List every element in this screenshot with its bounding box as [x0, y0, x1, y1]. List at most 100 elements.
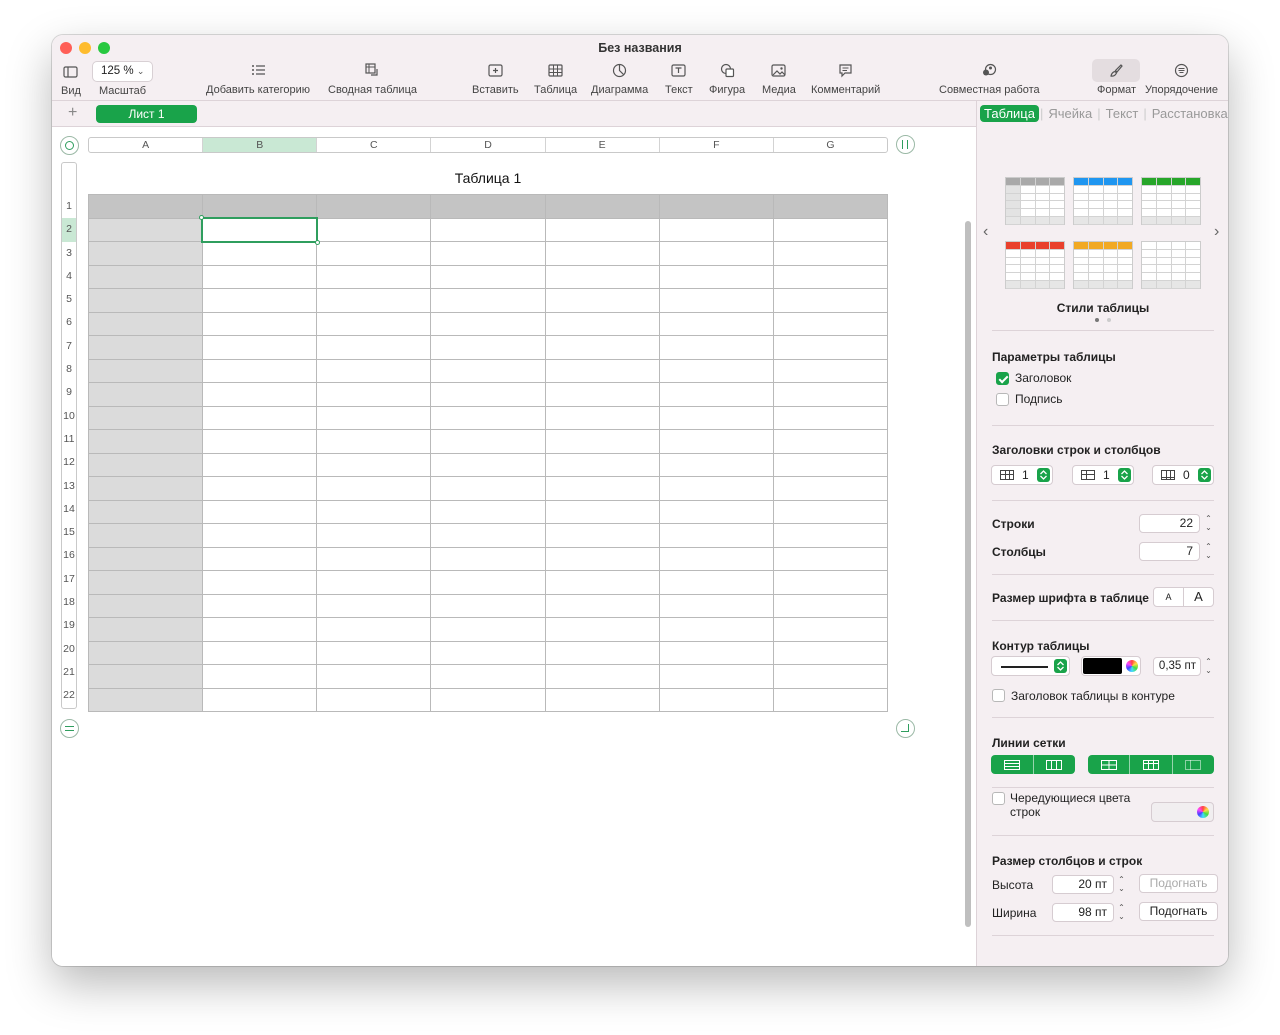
- table-cell[interactable]: [87, 640, 204, 665]
- font-larger-button[interactable]: A: [1184, 588, 1213, 606]
- table-cell[interactable]: [772, 429, 889, 454]
- add-sheet-button[interactable]: +: [68, 104, 77, 122]
- table-cell[interactable]: [544, 499, 660, 524]
- table-cell[interactable]: [658, 358, 774, 383]
- alternate-rows-checkbox[interactable]: [992, 792, 1005, 805]
- outline-header-checkbox[interactable]: [992, 689, 1005, 702]
- table-cell[interactable]: [430, 499, 546, 524]
- table-cell[interactable]: [658, 194, 774, 219]
- table-style-swatch[interactable]: [1073, 177, 1133, 225]
- table-cell[interactable]: [544, 687, 660, 712]
- table-cell[interactable]: [430, 241, 546, 266]
- table-cell[interactable]: [202, 687, 318, 712]
- table-cell[interactable]: [87, 523, 204, 548]
- table-cell[interactable]: [316, 452, 432, 477]
- table-cell[interactable]: [544, 476, 660, 501]
- table-cell[interactable]: [87, 311, 204, 336]
- table-cell[interactable]: [544, 664, 660, 689]
- row-header[interactable]: 1: [62, 195, 76, 218]
- table-cell[interactable]: [430, 382, 546, 407]
- table-cell[interactable]: [316, 593, 432, 618]
- table-cell[interactable]: [430, 640, 546, 665]
- table-style-swatch[interactable]: [1141, 177, 1201, 225]
- table-cell[interactable]: [658, 640, 774, 665]
- table-cell[interactable]: [316, 311, 432, 336]
- table-cell[interactable]: [772, 311, 889, 336]
- table-cell[interactable]: [658, 288, 774, 313]
- fit-height-button[interactable]: Подогнать: [1139, 874, 1218, 893]
- table-cell[interactable]: [202, 499, 318, 524]
- row-header[interactable]: 2: [62, 218, 76, 242]
- table-cell[interactable]: [202, 335, 318, 360]
- table-cell[interactable]: [544, 311, 660, 336]
- row-header[interactable]: 4: [62, 265, 76, 288]
- alternate-color-well[interactable]: [1151, 802, 1214, 822]
- header-checkbox[interactable]: [996, 372, 1009, 385]
- table-cell[interactable]: [544, 241, 660, 266]
- row-header[interactable]: 3: [62, 242, 76, 265]
- row-header[interactable]: 6: [62, 311, 76, 334]
- table-cell[interactable]: [316, 335, 432, 360]
- footer-lines-icon[interactable]: [1173, 755, 1214, 774]
- table-cell[interactable]: [658, 593, 774, 618]
- table-cell[interactable]: [202, 241, 318, 266]
- caption-checkbox[interactable]: [996, 393, 1009, 406]
- table-cell[interactable]: [544, 640, 660, 665]
- tab-cell[interactable]: Ячейка: [1044, 105, 1096, 122]
- table-cell[interactable]: [430, 523, 546, 548]
- sheet-tab[interactable]: Лист 1: [96, 105, 197, 123]
- row-header[interactable]: 17: [62, 568, 76, 591]
- table-cell[interactable]: [202, 593, 318, 618]
- width-stepper-icon[interactable]: ⌃ ⌄: [1116, 903, 1127, 921]
- chevron-left-icon[interactable]: ‹: [983, 223, 988, 241]
- stepper-icon[interactable]: [1037, 468, 1050, 482]
- table-cell[interactable]: [316, 429, 432, 454]
- view-button[interactable]: [63, 65, 78, 86]
- table-cell[interactable]: [544, 617, 660, 642]
- table-title[interactable]: Таблица 1: [88, 170, 888, 186]
- table-cell[interactable]: [772, 358, 889, 383]
- height-input[interactable]: 20 пт: [1052, 875, 1114, 894]
- row-header[interactable]: 19: [62, 614, 76, 637]
- color-wheel-icon[interactable]: [1197, 806, 1209, 818]
- row-header[interactable]: 8: [62, 358, 76, 381]
- table-cell[interactable]: [202, 382, 318, 407]
- table-cell[interactable]: [87, 335, 204, 360]
- table-cell[interactable]: [87, 358, 204, 383]
- table-cell[interactable]: [430, 617, 546, 642]
- add-column-handle[interactable]: [896, 135, 915, 154]
- table-cell[interactable]: [430, 546, 546, 571]
- table-cell[interactable]: [544, 194, 660, 219]
- table-cell[interactable]: [544, 570, 660, 595]
- media-button[interactable]: Медиа: [762, 63, 796, 96]
- table-cell[interactable]: [87, 264, 204, 289]
- format-button[interactable]: Формат: [1097, 63, 1136, 96]
- table-cell[interactable]: [316, 523, 432, 548]
- header-column-lines-icon[interactable]: [1130, 755, 1173, 774]
- row-header[interactable]: 20: [62, 638, 76, 661]
- column-header[interactable]: D: [431, 138, 546, 152]
- table-cell[interactable]: [316, 288, 432, 313]
- table-cell[interactable]: [658, 217, 774, 242]
- table-cell[interactable]: [544, 288, 660, 313]
- table-cell[interactable]: [658, 429, 774, 454]
- table-cell[interactable]: [202, 288, 318, 313]
- table-cell[interactable]: [658, 617, 774, 642]
- rows-stepper-icon[interactable]: ⌃ ⌄: [1203, 514, 1214, 532]
- vertical-scrollbar[interactable]: [965, 221, 971, 927]
- table-cell[interactable]: [87, 382, 204, 407]
- table-cell[interactable]: [430, 288, 546, 313]
- table-cell[interactable]: [202, 476, 318, 501]
- table-cell[interactable]: [772, 194, 889, 219]
- table-cell[interactable]: [87, 687, 204, 712]
- shape-button[interactable]: Фигура: [709, 63, 745, 96]
- table-cell[interactable]: [430, 194, 546, 219]
- table-cell[interactable]: [87, 546, 204, 571]
- columns-input[interactable]: 7: [1139, 542, 1200, 561]
- table-cell[interactable]: [544, 335, 660, 360]
- insert-button[interactable]: Вставить: [472, 63, 519, 96]
- width-input[interactable]: 98 пт: [1052, 903, 1114, 922]
- table-cell[interactable]: [430, 358, 546, 383]
- color-wheel-icon[interactable]: [1126, 660, 1138, 672]
- table-cell[interactable]: [772, 593, 889, 618]
